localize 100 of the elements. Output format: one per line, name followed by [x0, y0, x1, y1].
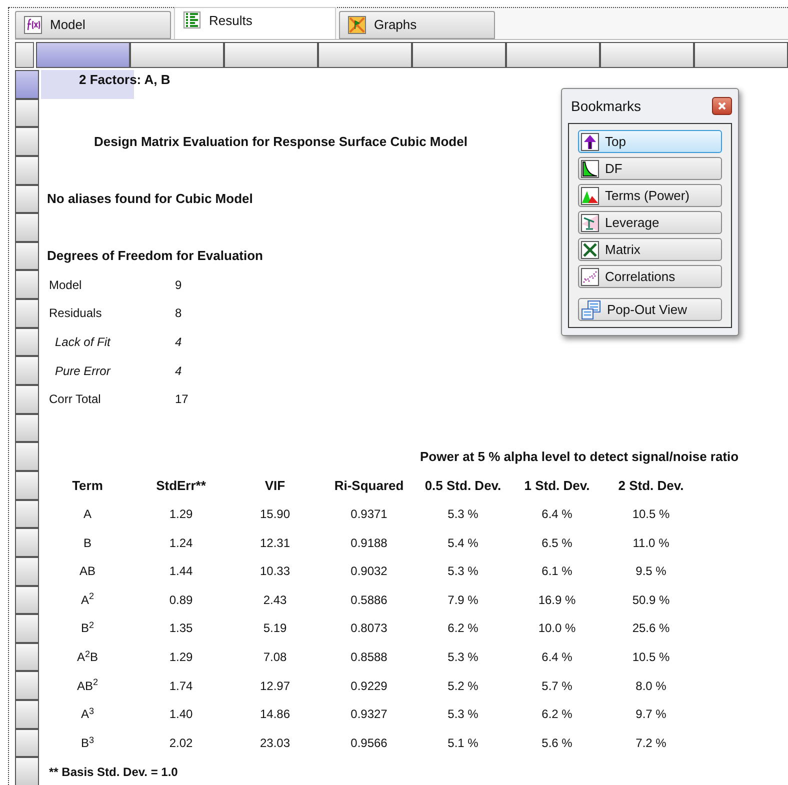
table-cell: A$^{2}$B	[76, 648, 98, 666]
row-header[interactable]	[15, 70, 39, 99]
column-heading: StdErr**	[156, 476, 206, 495]
row-header[interactable]	[15, 614, 39, 643]
panel-title: Bookmarks	[571, 96, 642, 116]
column-header[interactable]	[412, 42, 506, 68]
df-label: Residuals	[49, 305, 103, 322]
column-header[interactable]	[506, 42, 600, 68]
table-cell-text: 5.3 %	[448, 563, 478, 580]
table-cell-text: 0.5886	[350, 592, 388, 609]
df-value: 4	[175, 362, 182, 380]
bookmark-button[interactable]: Pop-Out View	[578, 298, 722, 321]
table-cell-text: 6.1 %	[542, 563, 572, 580]
row-header[interactable]	[15, 184, 39, 214]
table-cell-text: 11.0 %	[632, 534, 670, 552]
row-header[interactable]	[15, 556, 39, 586]
table-cell-text: 10.0 %	[538, 620, 576, 638]
table-cell-text: 9.5 %	[636, 563, 666, 580]
column-header[interactable]	[600, 42, 694, 68]
table-cell-text: 5.3 %	[448, 506, 478, 523]
df-label: Model	[49, 276, 83, 294]
row-header[interactable]	[15, 500, 39, 528]
table-cell-text: 0.9371	[350, 506, 388, 523]
table-cell-text: 5.2 %	[448, 678, 478, 695]
table-cell-text: 5.3 %	[448, 649, 478, 666]
row-header[interactable]	[15, 299, 39, 328]
row-header[interactable]	[15, 728, 39, 758]
row-header[interactable]	[15, 528, 39, 557]
df-value: 8	[175, 305, 182, 322]
df-label: Corr Total	[49, 391, 102, 408]
column-header[interactable]	[36, 42, 130, 68]
row-header[interactable]	[15, 700, 39, 729]
curve-chart-icon	[581, 160, 599, 178]
column-header[interactable]	[130, 42, 224, 68]
table-cell-text: 9.7 %	[636, 706, 666, 724]
bookmark-button[interactable]: Terms (Power)	[578, 184, 722, 207]
tab[interactable]: Model	[15, 11, 171, 39]
row-header[interactable]	[15, 385, 39, 414]
row-header[interactable]	[15, 671, 39, 700]
table-cell: A$^{3}$	[80, 705, 94, 724]
tab[interactable]: Graphs	[339, 11, 495, 39]
row-header[interactable]	[15, 470, 39, 500]
column-heading: 0.5 Std. Dev.	[424, 476, 502, 495]
bookmark-button[interactable]: Top	[578, 130, 722, 153]
tab[interactable]: Results	[174, 7, 336, 39]
row-header[interactable]	[15, 757, 39, 785]
table-cell-text: 7.08	[263, 649, 287, 666]
table-cell-text: 10.33	[260, 563, 290, 580]
report-title: Design Matrix Evaluation for Response Surface Cubic Model	[94, 134, 468, 149]
bookmark-button[interactable]: Matrix	[578, 238, 722, 261]
table-cell-text: 5.6 %	[542, 735, 572, 752]
column-header[interactable]	[224, 42, 318, 68]
bookmark-button[interactable]: DF	[578, 157, 722, 180]
row-header[interactable]	[15, 328, 39, 356]
corner-button[interactable]	[15, 42, 34, 68]
column-header[interactable]	[694, 42, 788, 68]
section-heading: No aliases found for Cubic Model	[47, 191, 253, 206]
table-cell-text: 50.9 %	[632, 592, 670, 609]
df-label: Lack of Fit	[55, 334, 112, 352]
close-button[interactable]	[712, 97, 732, 115]
table-cell-text: 1.24	[169, 534, 193, 552]
table-cell-text: 0.89	[169, 592, 193, 609]
table-cell-text: 1.40	[169, 706, 193, 724]
table-cell-text: 0.9229	[350, 678, 388, 695]
row-header[interactable]	[15, 270, 39, 300]
table-cell-text: 1.74	[169, 678, 193, 695]
row-header[interactable]	[15, 642, 39, 672]
row-header[interactable]	[15, 127, 39, 156]
lever-icon	[581, 214, 599, 232]
bookmark-button[interactable]: Leverage	[578, 211, 722, 234]
table-cell-text: 5.1 %	[448, 735, 478, 752]
scatter-plot-icon	[581, 268, 599, 286]
row-header[interactable]	[15, 156, 39, 185]
row-header[interactable]	[15, 442, 39, 471]
column-header[interactable]	[318, 42, 412, 68]
table-cell: AB$^{2}$	[76, 676, 98, 695]
table-cell-text: 2.43	[263, 592, 287, 609]
row-header[interactable]	[15, 586, 39, 614]
column-heading: 1 Std. Dev.	[524, 476, 590, 495]
table-cell: A$^{2}$	[80, 590, 94, 609]
table-cell-text: 14.86	[260, 706, 290, 724]
row-header[interactable]	[15, 213, 39, 242]
row-header[interactable]	[15, 98, 39, 128]
table-cell-text: 6.2 %	[542, 706, 572, 724]
table-cell-text: 5.3 %	[448, 706, 478, 724]
table-cell-text: 16.9 %	[538, 592, 576, 609]
table-cell-text: 1.44	[169, 563, 193, 580]
table-cell-text: 0.9566	[350, 735, 388, 752]
row-header[interactable]	[15, 356, 39, 386]
close-icon	[718, 102, 726, 110]
column-heading: VIF	[264, 476, 286, 495]
table-cell-text: 10.5 %	[632, 506, 670, 523]
bookmark-button[interactable]: Correlations	[578, 265, 722, 288]
graph-icon	[348, 16, 366, 34]
function-icon	[24, 16, 42, 34]
table-cell-text: A	[83, 506, 92, 523]
row-header[interactable]	[15, 414, 39, 442]
table-cell-text: B	[83, 534, 92, 552]
table-cell-text: 12.97	[260, 678, 290, 695]
row-header[interactable]	[15, 242, 39, 270]
